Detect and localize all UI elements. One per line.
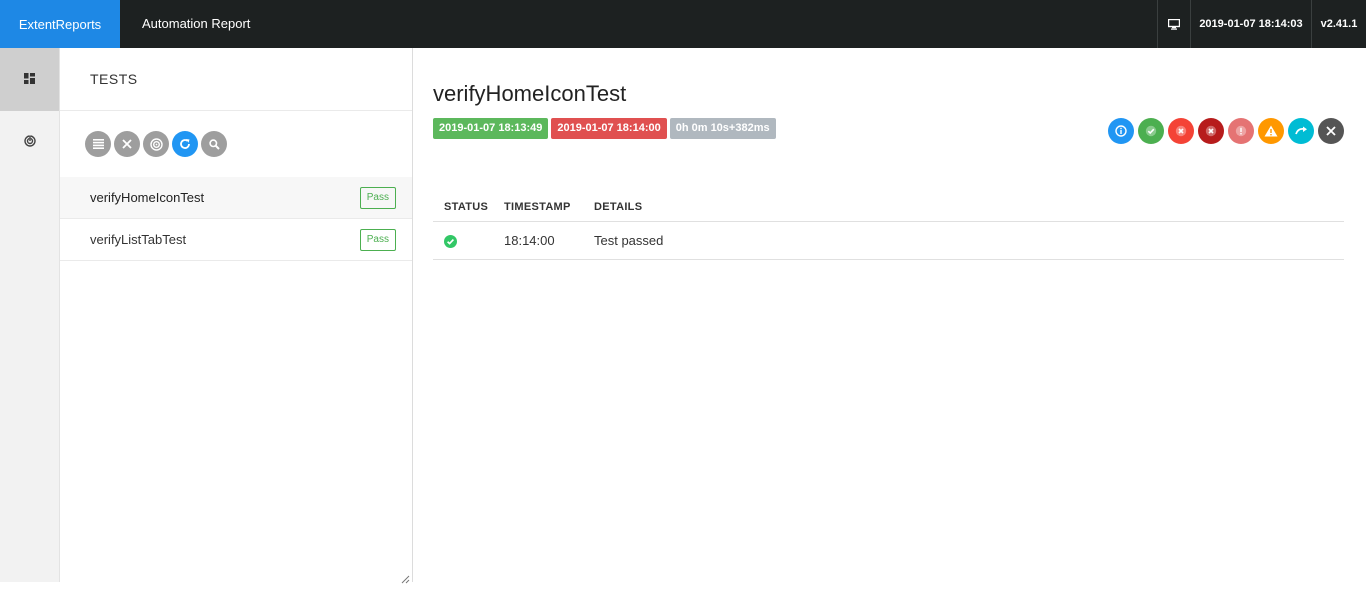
test-name: verifyListTabTest bbox=[90, 232, 187, 247]
test-list-item[interactable]: verifyHomeIconTest Pass bbox=[60, 177, 412, 219]
tests-panel-header: TESTS bbox=[60, 48, 412, 111]
test-time-chips: 2019-01-07 18:13:49 2019-01-07 18:14:00 … bbox=[433, 118, 776, 139]
monitor-icon[interactable] bbox=[1157, 0, 1190, 48]
report-timestamp: 2019-01-07 18:14:03 bbox=[1190, 0, 1311, 48]
clear-filter-icon[interactable] bbox=[1318, 118, 1344, 144]
analysis-icon bbox=[23, 134, 36, 152]
timestamp-column-header: TIMESTAMP bbox=[493, 193, 583, 222]
radar-icon[interactable] bbox=[143, 131, 169, 157]
test-title: verifyHomeIconTest bbox=[433, 81, 627, 106]
nav-item-analysis[interactable] bbox=[0, 111, 59, 174]
table-row: 18:14:00 Test passed bbox=[433, 221, 1344, 260]
close-icon[interactable] bbox=[114, 131, 140, 157]
left-nav bbox=[0, 48, 60, 582]
warning-filter-icon[interactable] bbox=[1258, 118, 1284, 144]
test-list-item[interactable]: verifyListTabTest Pass bbox=[60, 219, 412, 261]
status-badge: Pass bbox=[359, 229, 396, 251]
table-header-row: STATUS TIMESTAMP DETAILS bbox=[433, 193, 1344, 222]
start-time-badge: 2019-01-07 18:13:49 bbox=[433, 118, 549, 139]
fail-filter-icon[interactable] bbox=[1168, 118, 1194, 144]
brand-logo[interactable]: ExtentReports bbox=[0, 0, 120, 48]
top-bar: ExtentReports Automation Report 2019-01-… bbox=[0, 0, 1366, 48]
info-filter-icon[interactable] bbox=[1108, 118, 1134, 144]
duration-badge: 0h 0m 10s+382ms bbox=[669, 118, 776, 139]
top-bar-right: 2019-01-07 18:14:03 v2.41.1 bbox=[1157, 0, 1366, 48]
report-name: Automation Report bbox=[142, 16, 251, 31]
search-icon[interactable] bbox=[201, 131, 227, 157]
log-status-cell bbox=[433, 221, 493, 260]
log-details-cell: Test passed bbox=[583, 221, 1344, 260]
log-timestamp-cell: 18:14:00 bbox=[493, 221, 583, 260]
pass-filter-icon[interactable] bbox=[1138, 118, 1164, 144]
details-column-header: DETAILS bbox=[583, 193, 1344, 222]
pass-check-icon bbox=[444, 232, 457, 248]
status-badge: Pass bbox=[359, 187, 396, 209]
version-label: v2.41.1 bbox=[1311, 0, 1366, 48]
status-column-header: STATUS bbox=[433, 193, 493, 222]
skip-filter-icon[interactable] bbox=[1288, 118, 1314, 144]
fatal-filter-icon[interactable] bbox=[1198, 118, 1224, 144]
list-icon[interactable] bbox=[85, 131, 111, 157]
status-filters bbox=[1108, 118, 1344, 144]
test-list: verifyHomeIconTest Pass verifyListTabTes… bbox=[60, 177, 412, 261]
test-log-table: STATUS TIMESTAMP DETAILS 18:14:00 Test p… bbox=[433, 193, 1344, 260]
test-detail-panel: verifyHomeIconTest 2019-01-07 18:13:49 2… bbox=[413, 48, 1366, 582]
nav-item-tests[interactable] bbox=[0, 48, 59, 111]
end-time-badge: 2019-01-07 18:14:00 bbox=[551, 118, 667, 139]
refresh-icon[interactable] bbox=[172, 131, 198, 157]
error-filter-icon[interactable] bbox=[1228, 118, 1254, 144]
resize-handle-icon[interactable] bbox=[401, 571, 410, 584]
test-name: verifyHomeIconTest bbox=[90, 190, 205, 205]
dashboard-icon bbox=[24, 71, 35, 89]
tests-panel: TESTS verifyHomeIconTest Pass verifyList… bbox=[60, 48, 413, 584]
tests-toolbar bbox=[85, 131, 227, 157]
